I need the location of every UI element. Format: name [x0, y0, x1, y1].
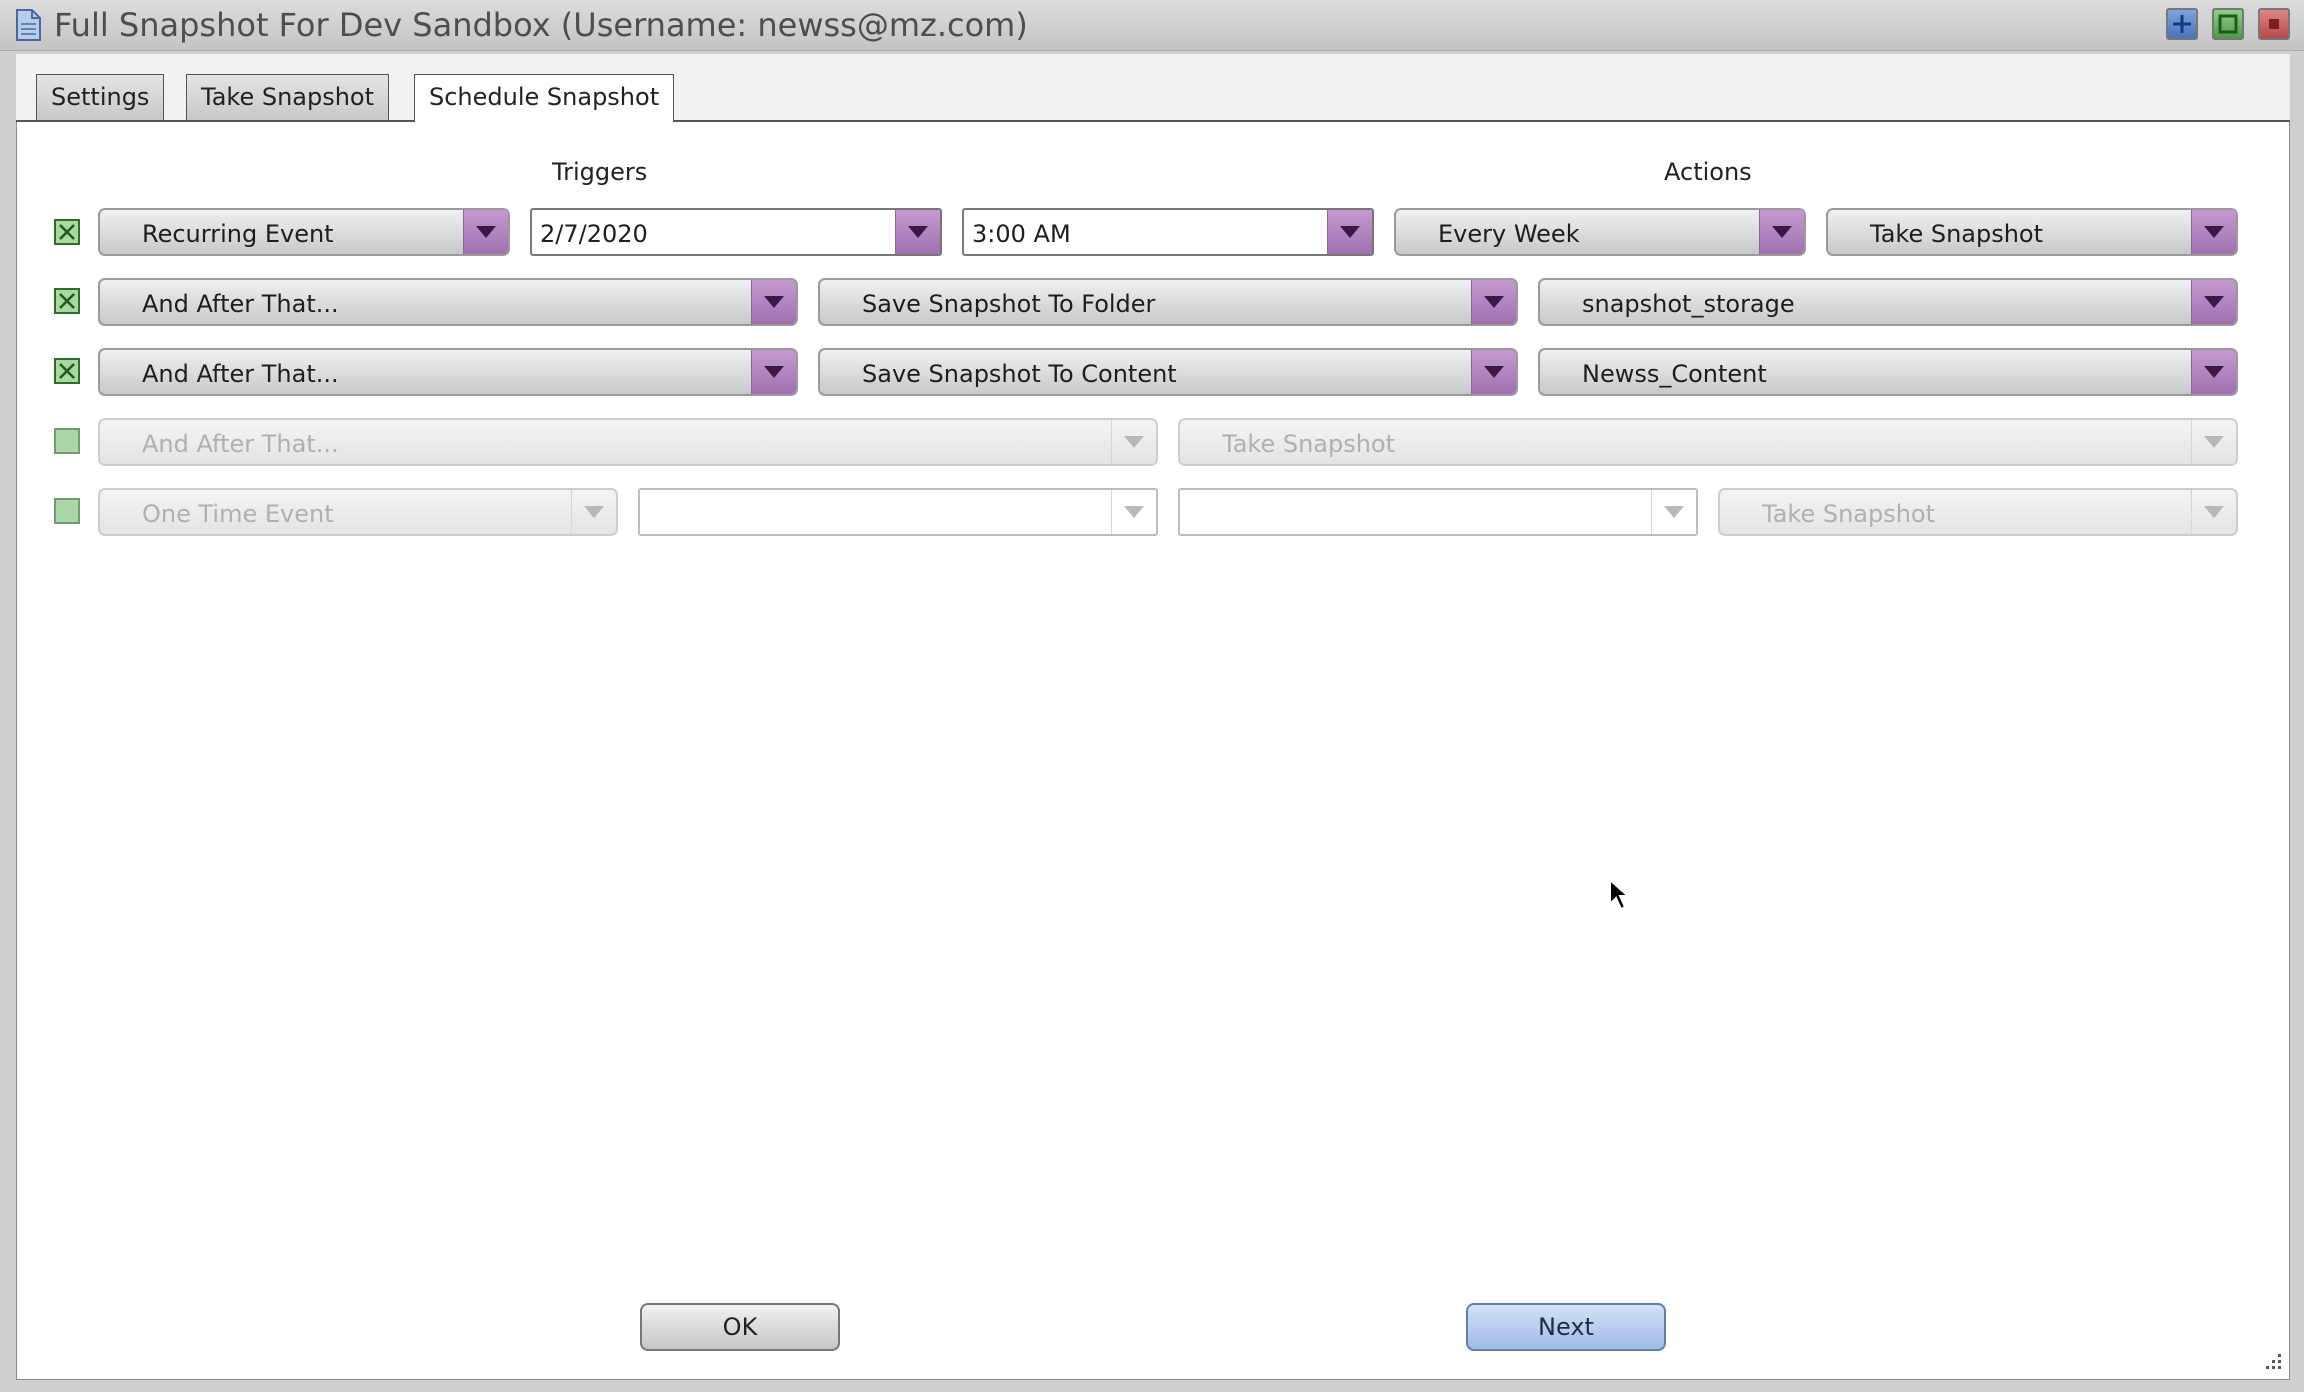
chevron-down-icon: [751, 350, 796, 394]
add-icon[interactable]: [2166, 8, 2198, 40]
tab-take-snapshot-label: Take Snapshot: [201, 83, 375, 111]
chevron-down-icon: [571, 490, 616, 534]
row-1-enabled-checkbox[interactable]: [54, 219, 80, 245]
chevron-down-icon: [895, 210, 940, 254]
mouse-cursor-icon: [1609, 878, 1631, 911]
tab-schedule-snapshot-label: Schedule Snapshot: [429, 83, 660, 111]
tab-schedule-snapshot[interactable]: Schedule Snapshot: [414, 74, 675, 122]
row-5-enabled-checkbox[interactable]: [54, 498, 80, 524]
chevron-down-icon: [2191, 420, 2236, 464]
row-1-trigger-dropdown[interactable]: Recurring Event: [98, 208, 510, 256]
row-4-action-dropdown[interactable]: Take Snapshot: [1178, 418, 2238, 466]
next-button[interactable]: Next: [1466, 1303, 1666, 1351]
row-5-time-field[interactable]: [1178, 488, 1698, 536]
chevron-down-icon: [2191, 210, 2236, 254]
row-5-date-field[interactable]: [638, 488, 1158, 536]
chevron-down-icon: [463, 210, 508, 254]
snapshot-window: Full Snapshot For Dev Sandbox (Username:…: [0, 0, 2304, 1392]
tab-take-snapshot[interactable]: Take Snapshot: [186, 74, 390, 120]
chevron-down-icon: [2191, 490, 2236, 534]
row-3-trigger-dropdown[interactable]: And After That...: [98, 348, 798, 396]
row-2-action-value: Save Snapshot To Folder: [862, 290, 1156, 318]
row-1-time-field[interactable]: 3:00 AM: [962, 208, 1374, 256]
close-icon[interactable]: [2258, 8, 2290, 40]
row-1-date-value: 2/7/2020: [540, 220, 648, 248]
row-3-enabled-checkbox[interactable]: [54, 358, 80, 384]
row-2-target-value: snapshot_storage: [1582, 290, 1795, 318]
triggers-heading: Triggers: [552, 158, 648, 186]
row-3-target-dropdown[interactable]: Newss_Content: [1538, 348, 2238, 396]
chevron-down-icon: [2191, 280, 2236, 324]
title-bar[interactable]: Full Snapshot For Dev Sandbox (Username:…: [0, 0, 2304, 51]
chevron-down-icon: [1111, 490, 1156, 534]
row-2-trigger-value: And After That...: [142, 290, 339, 318]
row-4-trigger-dropdown[interactable]: And After That...: [98, 418, 1158, 466]
resize-grip-icon[interactable]: [2262, 1350, 2284, 1372]
ok-button[interactable]: OK: [640, 1303, 840, 1351]
row-1-trigger-value: Recurring Event: [142, 220, 334, 248]
row-1-date-field[interactable]: 2/7/2020: [530, 208, 942, 256]
row-5-action-dropdown[interactable]: Take Snapshot: [1718, 488, 2238, 536]
chevron-down-icon: [1327, 210, 1372, 254]
row-3-action-value: Save Snapshot To Content: [862, 360, 1177, 388]
row-4-enabled-checkbox[interactable]: [54, 428, 80, 454]
row-1-frequency-value: Every Week: [1438, 220, 1580, 248]
row-5-trigger-dropdown[interactable]: One Time Event: [98, 488, 618, 536]
document-icon: [16, 9, 41, 41]
chevron-down-icon: [1759, 210, 1804, 254]
window-title: Full Snapshot For Dev Sandbox (Username:…: [54, 6, 1028, 44]
row-3-trigger-value: And After That...: [142, 360, 339, 388]
row-2-target-dropdown[interactable]: snapshot_storage: [1538, 278, 2238, 326]
row-1-frequency-dropdown[interactable]: Every Week: [1394, 208, 1806, 256]
tab-settings-label: Settings: [51, 83, 150, 111]
tab-settings[interactable]: Settings: [36, 74, 165, 120]
chevron-down-icon: [1471, 350, 1516, 394]
row-1-action-value: Take Snapshot: [1870, 220, 2044, 248]
maximize-icon[interactable]: [2212, 8, 2244, 40]
row-5-action-value: Take Snapshot: [1762, 500, 1936, 528]
row-1-action-dropdown[interactable]: Take Snapshot: [1826, 208, 2238, 256]
chevron-down-icon: [1471, 280, 1516, 324]
chevron-down-icon: [751, 280, 796, 324]
row-2-trigger-dropdown[interactable]: And After That...: [98, 278, 798, 326]
chevron-down-icon: [1111, 420, 1156, 464]
chevron-down-icon: [2191, 350, 2236, 394]
row-4-action-value: Take Snapshot: [1222, 430, 1396, 458]
chevron-down-icon: [1651, 490, 1696, 534]
row-2-action-dropdown[interactable]: Save Snapshot To Folder: [818, 278, 1518, 326]
row-1-time-value: 3:00 AM: [972, 220, 1071, 248]
tab-strip: Settings Take Snapshot Schedule Snapshot: [16, 54, 2290, 122]
row-4-trigger-value: And After That...: [142, 430, 339, 458]
row-3-target-value: Newss_Content: [1582, 360, 1767, 388]
row-5-trigger-value: One Time Event: [142, 500, 334, 528]
row-2-enabled-checkbox[interactable]: [54, 288, 80, 314]
row-3-action-dropdown[interactable]: Save Snapshot To Content: [818, 348, 1518, 396]
actions-heading: Actions: [1664, 158, 1752, 186]
